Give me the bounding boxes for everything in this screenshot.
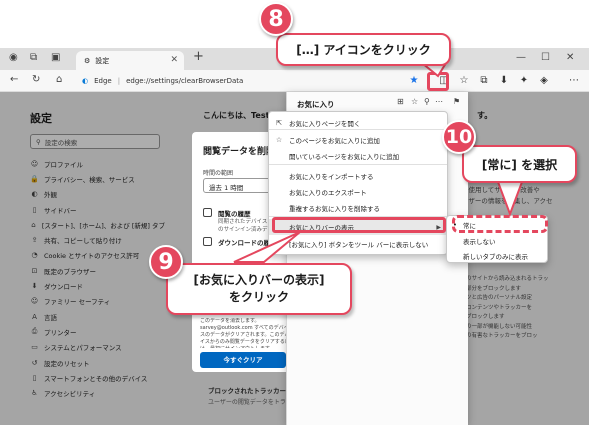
- step10-pointer: [496, 181, 524, 217]
- step8-number: 8: [259, 2, 293, 36]
- highlight-always-option: [452, 215, 548, 233]
- step8-callout: […] アイコンをクリック: [276, 33, 451, 66]
- step9-line2: をクリック: [228, 290, 289, 304]
- step9-number: 9: [149, 245, 183, 279]
- step10-number: 10: [442, 120, 476, 154]
- highlight-favorites-bar-item: [272, 217, 446, 233]
- step9-pointer: [233, 231, 301, 263]
- step8-text: […] アイコンをクリック: [296, 43, 431, 57]
- step9-line1: [お気に入りバーの表示]: [193, 273, 325, 287]
- step10-callout: [常に] を選択: [462, 145, 577, 183]
- step10-text: [常に] を選択: [481, 157, 558, 172]
- step9-callout: [お気に入りバーの表示] をクリック: [166, 263, 352, 315]
